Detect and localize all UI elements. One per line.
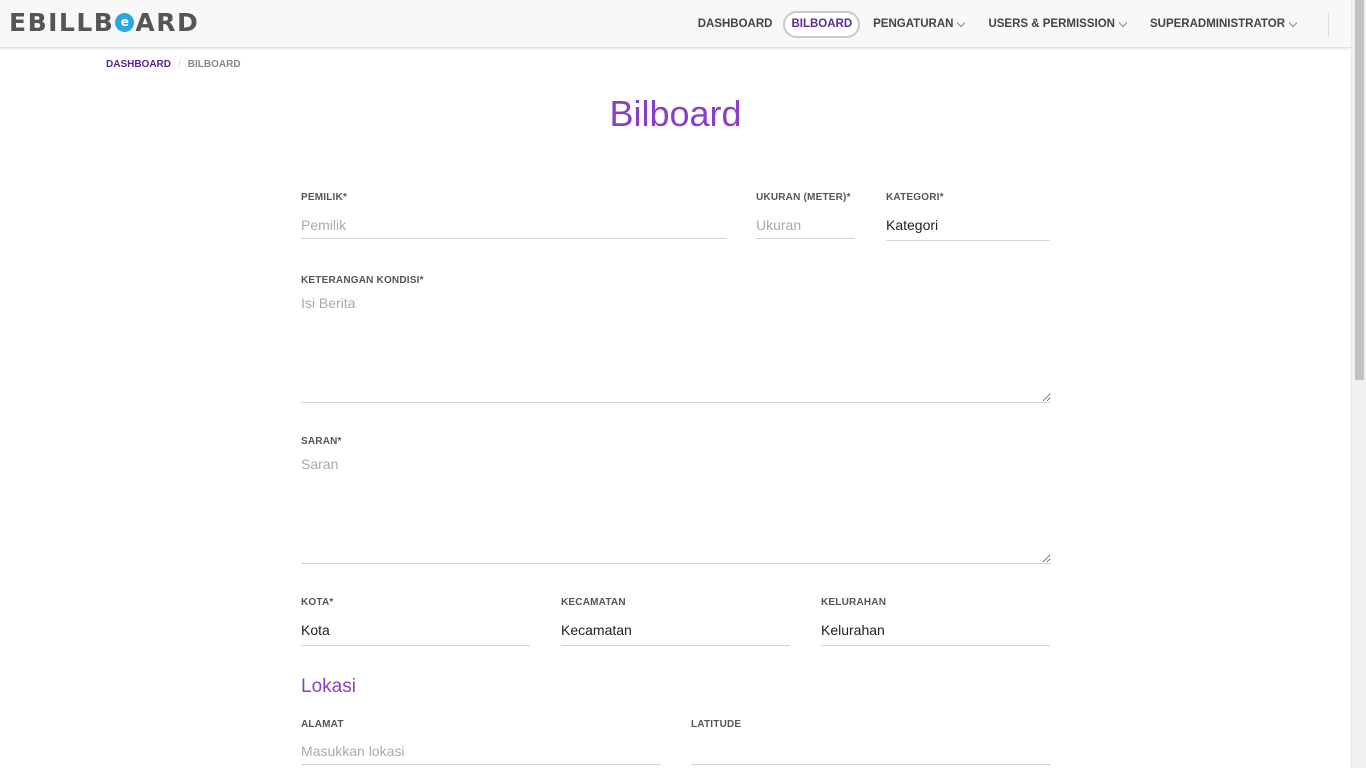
top-navbar: EBILLB e ARD DASHBOARD BILBOARD PENGATURAN… <box>0 0 1351 48</box>
kecamatan-select[interactable]: Kecamatan <box>561 617 790 646</box>
nav-dashboard[interactable]: DASHBOARD <box>690 11 781 38</box>
ukuran-input[interactable] <box>756 212 855 239</box>
pemilik-label: PEMILIK* <box>301 192 348 203</box>
brand-logo[interactable]: EBILLB e ARD <box>9 7 199 37</box>
kecamatan-field-group: KECAMATAN Kecamatan <box>561 597 790 646</box>
alamat-label: ALAMAT <box>301 719 344 730</box>
latitude-input[interactable] <box>691 738 1051 765</box>
keterangan-textarea[interactable] <box>301 295 1051 403</box>
kategori-label: KATEGORI* <box>886 192 944 203</box>
keterangan-label: KETERANGAN KONDISI* <box>301 275 424 286</box>
chevron-down-icon <box>957 18 966 27</box>
saran-textarea[interactable] <box>301 456 1051 564</box>
logo-circle-icon: e <box>115 12 135 32</box>
breadcrumb-separator: / <box>178 59 181 70</box>
pemilik-field-group: PEMILIK* <box>301 192 726 239</box>
kecamatan-label: KECAMATAN <box>561 597 626 608</box>
nav-users-label: USERS & PERMISSION <box>988 18 1115 30</box>
lokasi-section-title: Lokasi <box>301 676 356 697</box>
page-scrollbar[interactable] <box>1351 0 1366 768</box>
kota-field-group: KOTA* Kota <box>301 597 530 646</box>
chevron-down-icon <box>1288 18 1298 27</box>
nav-bilboard[interactable]: BILBOARD <box>783 11 861 38</box>
scrollbar-thumb[interactable] <box>1355 0 1364 380</box>
alamat-field-group: ALAMAT <box>301 719 661 765</box>
kelurahan-label: KELURAHAN <box>821 597 887 608</box>
saran-field-group: SARAN* <box>301 436 1051 564</box>
kota-select[interactable]: Kota <box>301 617 530 646</box>
nav-dashboard-label: DASHBOARD <box>697 18 773 30</box>
nav-bilboard-label: BILBOARD <box>791 18 853 30</box>
pemilik-input[interactable] <box>301 212 726 239</box>
kelurahan-select[interactable]: Kelurahan <box>821 617 1050 646</box>
latitude-field-group: LATITUDE <box>691 719 1051 765</box>
page-title: Bilboard <box>609 93 742 134</box>
main-nav: DASHBOARD BILBOARD PENGATURAN USERS & PE… <box>682 11 1304 38</box>
nav-superadmin-label: SUPERADMINISTRATOR <box>1149 18 1285 30</box>
kota-label: KOTA* <box>301 597 334 608</box>
kategori-select[interactable]: Kategori <box>886 212 1050 241</box>
alamat-input[interactable] <box>301 738 661 765</box>
keterangan-field-group: KETERANGAN KONDISI* <box>301 275 1051 403</box>
nav-divider <box>1328 13 1329 37</box>
nav-pengaturan-dropdown[interactable]: PENGATURAN <box>865 11 972 38</box>
nav-users-dropdown[interactable]: USERS & PERMISSION <box>980 11 1134 38</box>
logo-text-end: ARD <box>135 7 200 37</box>
latitude-label: LATITUDE <box>691 719 742 730</box>
ukuran-field-group: UKURAN (METER)* <box>756 192 855 239</box>
saran-label: SARAN* <box>301 436 342 447</box>
nav-pengaturan-label: PENGATURAN <box>873 18 954 30</box>
kategori-field-group: KATEGORI* Kategori <box>886 192 1050 241</box>
breadcrumb-current: BILBOARD <box>187 59 241 70</box>
breadcrumb: DASHBOARD / BILBOARD <box>106 59 241 70</box>
logo-text-start: EBILLB <box>9 7 115 37</box>
chevron-down-icon <box>1118 18 1128 27</box>
kelurahan-field-group: KELURAHAN Kelurahan <box>821 597 1050 646</box>
breadcrumb-dashboard-link[interactable]: DASHBOARD <box>106 59 171 70</box>
ukuran-label: UKURAN (METER)* <box>756 192 851 203</box>
nav-superadmin-dropdown[interactable]: SUPERADMINISTRATOR <box>1142 11 1304 38</box>
